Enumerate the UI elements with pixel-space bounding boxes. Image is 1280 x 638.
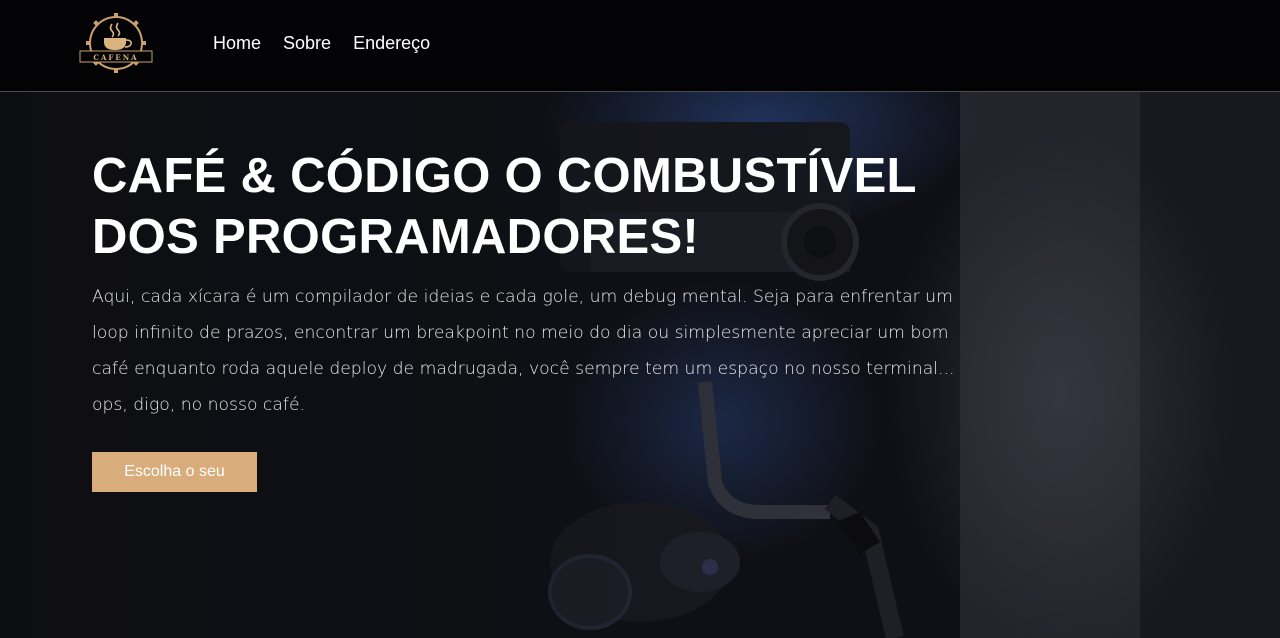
nav-endereco[interactable]: Endereço xyxy=(353,33,430,54)
hero-title: CAFÉ & CÓDIGO O COMBUSTÍVEL DOS PROGRAMA… xyxy=(92,146,952,268)
logo-text: CAFENA xyxy=(93,53,139,62)
cafena-logo[interactable]: CAFENA xyxy=(78,10,154,76)
nav-home[interactable]: Home xyxy=(213,33,261,54)
main-nav: Home Sobre Endereço xyxy=(213,33,452,54)
hero-description: Aqui, cada xícara é um compilador de ide… xyxy=(92,287,955,415)
hero-section: CAFÉ & CÓDIGO O COMBUSTÍVEL DOS PROGRAMA… xyxy=(0,92,1280,638)
page: CAFENA Home Sobre Endereço CAFÉ & CÓDIGO… xyxy=(0,0,1280,638)
hero-title-line-2: DOS PROGRAMADORES! xyxy=(92,210,700,264)
nav-sobre[interactable]: Sobre xyxy=(283,33,331,54)
coffee-cup-gear-icon xyxy=(79,13,153,73)
choose-coffee-button[interactable]: Escolha o seu xyxy=(92,452,257,492)
hero-title-line-1: CAFÉ & CÓDIGO O COMBUSTÍVEL xyxy=(92,149,917,203)
site-header: CAFENA Home Sobre Endereço xyxy=(0,0,1280,92)
